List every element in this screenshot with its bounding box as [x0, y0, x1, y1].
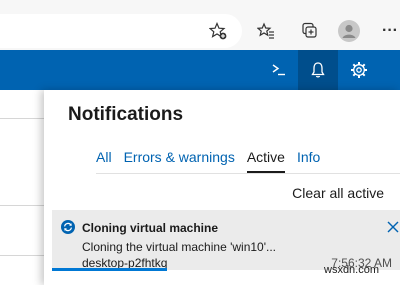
divider: [0, 118, 44, 119]
more-icon[interactable]: ···: [380, 19, 400, 43]
cloud-shell-icon: [272, 64, 285, 76]
settings-icon: [351, 62, 367, 78]
portal-header: [0, 50, 400, 90]
watermark: wsxdn.com: [324, 264, 380, 276]
progress-fill: [52, 268, 167, 271]
notifications-panel: Notifications All Errors & warnings Acti…: [44, 90, 400, 285]
collections-icon[interactable]: [299, 21, 319, 41]
panel-title: Notifications: [68, 104, 184, 125]
divider: [0, 205, 44, 206]
close-icon[interactable]: [386, 220, 400, 234]
settings-button[interactable]: [339, 50, 379, 90]
notifications-icon: [311, 62, 325, 78]
favorites-icon[interactable]: [256, 21, 276, 41]
sync-icon: [61, 220, 75, 234]
profile-icon[interactable]: [337, 19, 361, 43]
notification-item[interactable]: Cloning virtual machine Cloning the virt…: [52, 210, 400, 270]
clear-all-active-button[interactable]: Clear all active: [292, 185, 384, 201]
address-bar[interactable]: [0, 14, 242, 48]
notification-tabs: All Errors & warnings Active Info: [96, 149, 332, 173]
tab-info[interactable]: Info: [297, 149, 320, 173]
favorite-add-icon[interactable]: [208, 22, 228, 40]
notification-message: Cloning the virtual machine 'win10'...: [82, 240, 277, 254]
cloud-shell-button[interactable]: [259, 50, 299, 90]
tab-errors-warnings[interactable]: Errors & warnings: [124, 149, 235, 173]
notifications-button[interactable]: [298, 50, 338, 90]
tab-active[interactable]: Active: [246, 149, 286, 173]
tab-all[interactable]: All: [96, 149, 112, 173]
notification-title: Cloning virtual machine: [82, 221, 219, 235]
tabs-divider: [96, 173, 400, 174]
divider: [0, 255, 44, 256]
